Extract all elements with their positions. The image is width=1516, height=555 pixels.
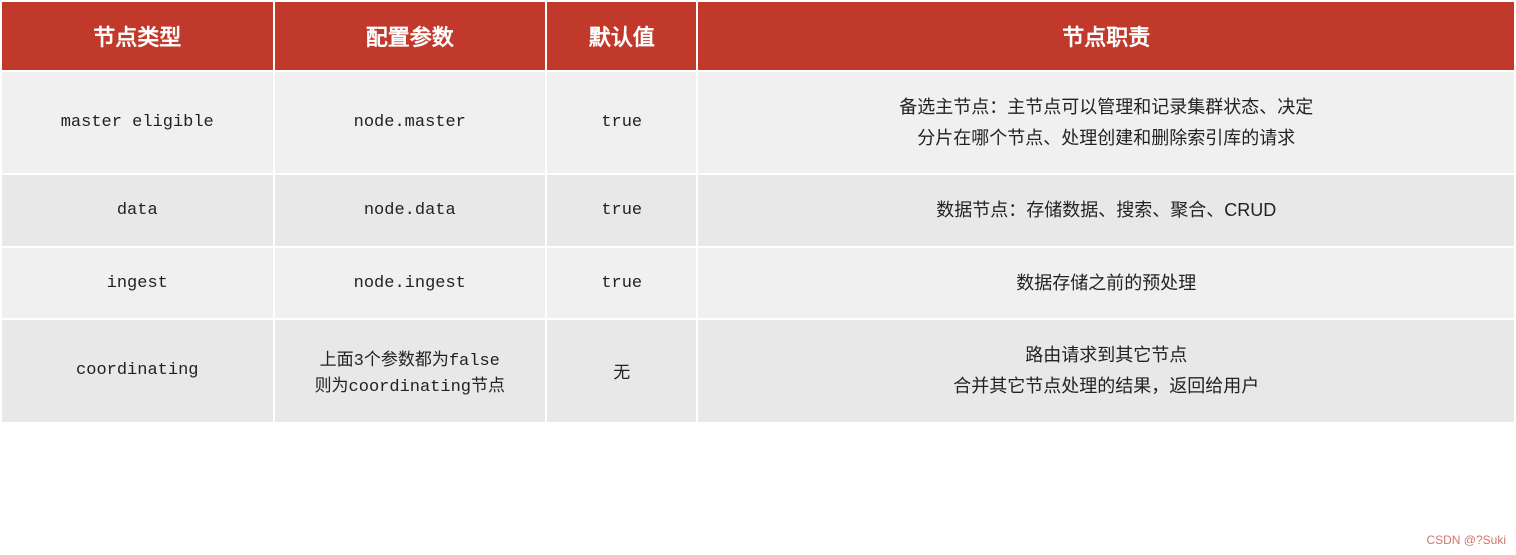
cell-param: node.data: [274, 174, 547, 247]
table-row: datanode.datatrue数据节点：存储数据、搜索、聚合、CRUD: [1, 174, 1515, 247]
cell-type: master eligible: [1, 71, 274, 174]
cell-param: node.master: [274, 71, 547, 174]
cell-param: node.ingest: [274, 247, 547, 320]
cell-default: true: [546, 247, 697, 320]
header-type: 节点类型: [1, 1, 274, 71]
cell-default: true: [546, 174, 697, 247]
cell-param: 上面3个参数都为false则为coordinating节点: [274, 319, 547, 422]
cell-desc: 数据存储之前的预处理: [697, 247, 1515, 320]
table-row: ingestnode.ingesttrue数据存储之前的预处理: [1, 247, 1515, 320]
cell-type: data: [1, 174, 274, 247]
cell-desc: 数据节点：存储数据、搜索、聚合、CRUD: [697, 174, 1515, 247]
table-header-row: 节点类型 配置参数 默认值 节点职责: [1, 1, 1515, 71]
cell-type: ingest: [1, 247, 274, 320]
node-types-table: 节点类型 配置参数 默认值 节点职责 master eligiblenode.m…: [0, 0, 1516, 424]
table-row: master eligiblenode.mastertrue备选主节点：主节点可…: [1, 71, 1515, 174]
header-desc: 节点职责: [697, 1, 1515, 71]
cell-type: coordinating: [1, 319, 274, 422]
table-body: master eligiblenode.mastertrue备选主节点：主节点可…: [1, 71, 1515, 423]
header-param: 配置参数: [274, 1, 547, 71]
cell-default: true: [546, 71, 697, 174]
header-default: 默认值: [546, 1, 697, 71]
watermark: CSDN @?Suki: [1426, 533, 1506, 547]
cell-default: 无: [546, 319, 697, 422]
table-container: 节点类型 配置参数 默认值 节点职责 master eligiblenode.m…: [0, 0, 1516, 424]
cell-desc: 备选主节点：主节点可以管理和记录集群状态、决定分片在哪个节点、处理创建和删除索引…: [697, 71, 1515, 174]
table-row: coordinating上面3个参数都为false则为coordinating节…: [1, 319, 1515, 422]
cell-desc: 路由请求到其它节点合并其它节点处理的结果，返回给用户: [697, 319, 1515, 422]
